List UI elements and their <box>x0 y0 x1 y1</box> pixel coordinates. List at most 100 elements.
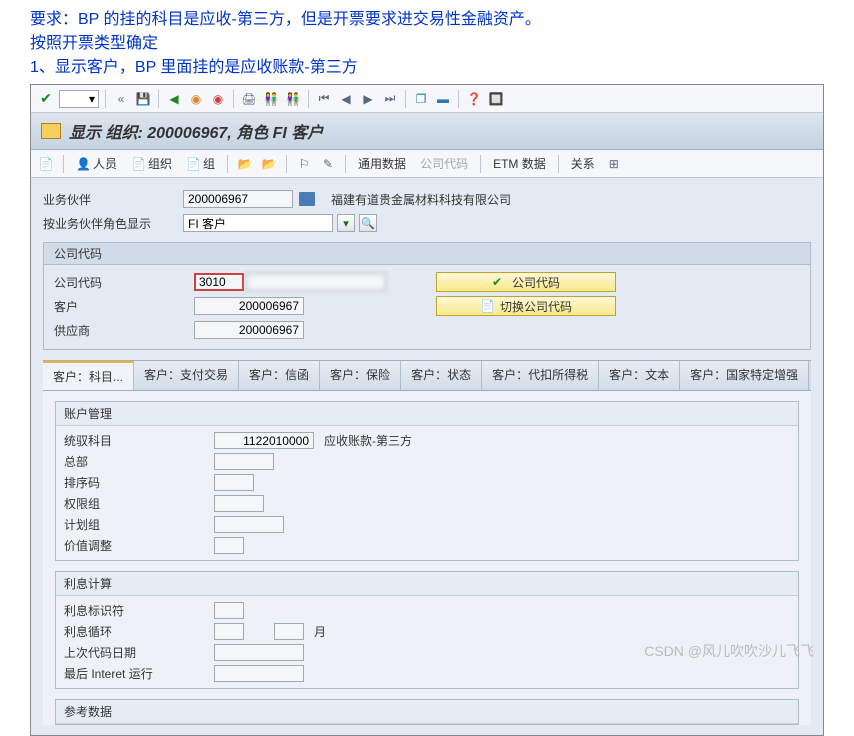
tab-panel-account: 账户管理 统驭科目 应收账款-第三方 总部 排序码 权限组 计划组 价值调整 利… <box>43 391 811 725</box>
valadj-input[interactable] <box>214 537 244 554</box>
help-icon[interactable]: ❓ <box>465 90 483 108</box>
vendor-input[interactable] <box>194 321 304 339</box>
valadj-label: 价值调整 <box>64 537 214 554</box>
relation-button[interactable]: 关系 <box>567 153 599 174</box>
enter-icon[interactable]: ✔ <box>37 90 55 108</box>
watermark: CSDN @风儿吹吹沙儿飞飞 <box>644 641 814 661</box>
layout-icon[interactable]: 🔲 <box>487 90 505 108</box>
last-code-date-input[interactable] <box>214 644 304 661</box>
find-next-icon[interactable]: 👫 <box>284 90 302 108</box>
last-page-icon[interactable]: ⏭ <box>381 90 399 108</box>
role-input[interactable] <box>183 214 333 232</box>
prev-page-icon[interactable]: ◀ <box>337 90 355 108</box>
role-dropdown-icon[interactable]: ▾ <box>337 214 355 232</box>
group-button[interactable]: 📄组 <box>182 153 219 174</box>
main-toolbar: ✔ ▾ « 💾 ◀ ◉ ◉ 🖨 👫 👫 ⏮ ◀ ▶ ⏭ ❐ ▬ ❓ 🔲 <box>31 85 823 113</box>
person-button[interactable]: 👤人员 <box>72 153 121 174</box>
command-field[interactable]: ▾ <box>59 90 99 108</box>
switch-company-button[interactable]: 📄切换公司代码 <box>436 296 616 316</box>
separator <box>458 90 459 108</box>
lock-icon[interactable]: ✎ <box>319 155 337 173</box>
vendor-label: 供应商 <box>54 322 194 339</box>
interest-indicator-label: 利息标识符 <box>64 602 214 619</box>
tab-status[interactable]: 客户：状态 <box>401 361 482 390</box>
last-interest-run-label: 最后 Interet 运行 <box>64 665 214 682</box>
tab-account[interactable]: 客户：科目... <box>43 361 134 390</box>
customer-label: 客户 <box>54 298 194 315</box>
save-icon[interactable]: 💾 <box>134 90 152 108</box>
account-mgmt-legend: 账户管理 <box>56 402 798 426</box>
sap-window: ✔ ▾ « 💾 ◀ ◉ ◉ 🖨 👫 👫 ⏮ ◀ ▶ ⏭ ❐ ▬ ❓ 🔲 显示 组… <box>30 84 824 736</box>
separator <box>405 90 406 108</box>
tab-strip: 客户：科目... 客户：支付交易 客户：信函 客户：保险 客户：状态 客户：代扣… <box>43 360 811 391</box>
interest-group: 利息计算 利息标识符 利息循环月 上次代码日期 最后 Interet 运行 <box>55 571 799 689</box>
tab-payment[interactable]: 客户：支付交易 <box>134 361 239 390</box>
recon-account-input[interactable] <box>214 432 314 449</box>
overview-icon[interactable]: ⊞ <box>605 155 623 173</box>
company-code-fieldset: 公司代码 公司代码 ✔公司代码 客户 📄切换公司代码 供应商 <box>43 242 811 350</box>
interest-cycle2-input[interactable] <box>274 623 304 640</box>
print-icon[interactable]: 🖨 <box>240 90 258 108</box>
building-icon <box>299 192 315 206</box>
separator <box>480 155 481 173</box>
interest-cycle-input[interactable] <box>214 623 244 640</box>
tab-withholding[interactable]: 客户：代扣所得税 <box>482 361 599 390</box>
hq-input[interactable] <box>214 453 274 470</box>
first-page-icon[interactable]: ⏮ <box>315 90 333 108</box>
last-interest-run-input[interactable] <box>214 665 304 682</box>
partner-label: 业务伙伴 <box>43 191 183 208</box>
tab-country[interactable]: 客户：国家特定增强 <box>680 361 809 390</box>
month-label: 月 <box>314 623 326 640</box>
separator <box>345 155 346 173</box>
customer-input[interactable] <box>194 297 304 315</box>
separator <box>233 90 234 108</box>
back-nav-icon[interactable]: ◀ <box>165 90 183 108</box>
tab-text[interactable]: 客户：文本 <box>599 361 680 390</box>
interest-indicator-input[interactable] <box>214 602 244 619</box>
page-title: 显示 组织: 200006967, 角色 FI 客户 <box>69 119 323 143</box>
open-icon[interactable]: 📂 <box>236 155 254 173</box>
title-bar: 显示 组织: 200006967, 角色 FI 客户 <box>31 113 823 150</box>
hq-label: 总部 <box>64 453 214 470</box>
company-code-button[interactable]: ✔公司代码 <box>436 272 616 292</box>
company-code-button[interactable]: 公司代码 <box>416 153 472 174</box>
account-mgmt-group: 账户管理 统驭科目 应收账款-第三方 总部 排序码 权限组 计划组 价值调整 <box>55 401 799 561</box>
title-icon <box>41 123 61 139</box>
auth-label: 权限组 <box>64 495 214 512</box>
company-name-input <box>246 273 386 291</box>
last-code-date-label: 上次代码日期 <box>64 644 214 661</box>
sort-label: 排序码 <box>64 474 214 491</box>
separator <box>63 155 64 173</box>
note-line-1: 要求：BP 的挂的科目是应收-第三方，但是开票要求进交易性金融资产。 <box>30 8 824 32</box>
shortcut-icon[interactable]: ▬ <box>434 90 452 108</box>
etm-data-button[interactable]: ETM 数据 <box>489 153 550 174</box>
auth-input[interactable] <box>214 495 264 512</box>
find-icon[interactable]: 👫 <box>262 90 280 108</box>
cancel-icon[interactable]: ◉ <box>209 90 227 108</box>
role-label: 按业务伙伴角色显示 <box>43 215 183 232</box>
plan-input[interactable] <box>214 516 284 533</box>
company-code-input[interactable] <box>194 273 244 291</box>
tab-insurance[interactable]: 客户：保险 <box>320 361 401 390</box>
role-search-icon[interactable]: 🔍 <box>359 214 377 232</box>
partner-input[interactable] <box>183 190 293 208</box>
check-icon[interactable]: ⚐ <box>295 155 313 173</box>
exit-icon[interactable]: ◉ <box>187 90 205 108</box>
org-button[interactable]: 📄组织 <box>127 153 176 174</box>
person-label: 人员 <box>93 155 117 172</box>
separator <box>158 90 159 108</box>
back-icon[interactable]: « <box>112 90 130 108</box>
interest-cycle-label: 利息循环 <box>64 623 214 640</box>
recon-account-label: 统驭科目 <box>64 432 214 449</box>
doc-icon[interactable]: 📄 <box>37 155 55 173</box>
edit-icon[interactable]: 📂 <box>260 155 278 173</box>
note-line-3: 1、显示客户，BP 里面挂的是应收账款-第三方 <box>30 56 824 80</box>
tab-correspondence[interactable]: 客户：信函 <box>239 361 320 390</box>
group-label: 组 <box>203 155 215 172</box>
sort-input[interactable] <box>214 474 254 491</box>
general-data-button[interactable]: 通用数据 <box>354 153 410 174</box>
app-toolbar: 📄 👤人员 📄组织 📄组 📂 📂 ⚐ ✎ 通用数据 公司代码 ETM 数据 关系… <box>31 150 823 178</box>
org-label: 组织 <box>148 155 172 172</box>
new-session-icon[interactable]: ❐ <box>412 90 430 108</box>
next-page-icon[interactable]: ▶ <box>359 90 377 108</box>
